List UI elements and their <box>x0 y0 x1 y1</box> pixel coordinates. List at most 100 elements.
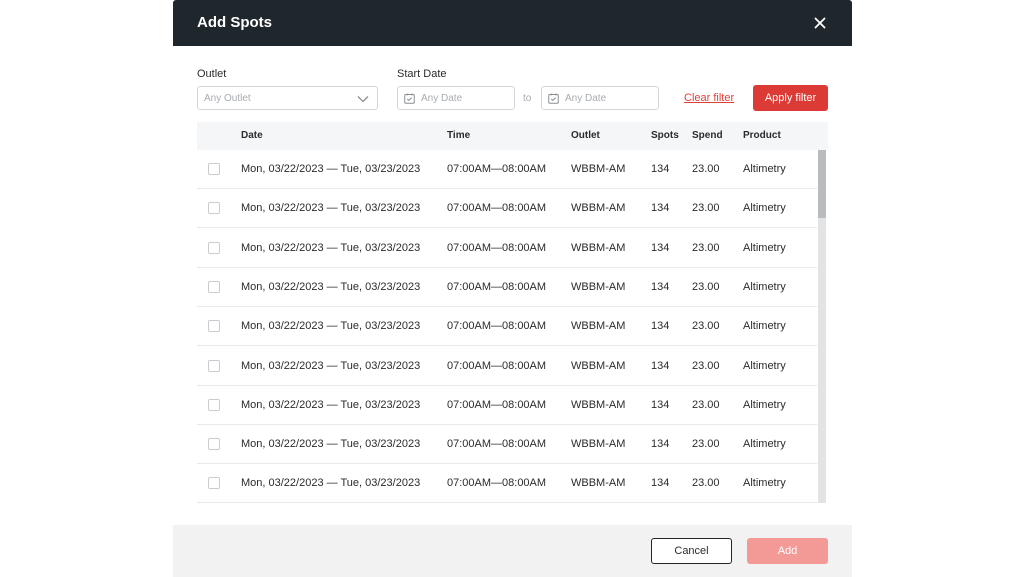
row-checkbox[interactable] <box>208 241 220 254</box>
cell-product: Altimetry <box>743 280 786 293</box>
table-header: Date Time Outlet Spots Spend Product <box>197 122 828 150</box>
cell-outlet: WBBM-AM <box>571 280 626 293</box>
clear-filter-link[interactable]: Clear filter <box>684 92 734 104</box>
cell-date: Mon, 03/22/2023 — Tue, 03/23/2023 <box>241 438 421 451</box>
start-date-from-input[interactable]: Any Date <box>397 86 515 110</box>
table-row[interactable]: Mon, 03/22/2023 — Tue, 03/23/2023 07:00AM… <box>197 386 817 425</box>
cell-time: 07:00AM—08:00AM <box>447 359 547 372</box>
cell-spend: 23.00 <box>692 359 720 372</box>
cell-date: Mon, 03/22/2023 — Tue, 03/23/2023 <box>241 398 421 411</box>
start-date-to-input[interactable]: Any Date <box>541 86 659 110</box>
column-header-date: Date <box>241 130 263 141</box>
cell-outlet: WBBM-AM <box>571 163 626 175</box>
cell-product: Altimetry <box>743 163 786 175</box>
cell-spend: 23.00 <box>692 477 720 490</box>
row-checkbox[interactable] <box>208 359 220 372</box>
cell-spots: 134 <box>651 477 670 490</box>
row-checkbox[interactable] <box>208 438 220 451</box>
table-row[interactable]: Mon, 03/22/2023 — Tue, 03/23/2023 07:00AM… <box>197 189 817 229</box>
column-header-outlet: Outlet <box>571 130 600 141</box>
outlet-select-value: Any Outlet <box>204 93 251 104</box>
cell-spots: 134 <box>651 163 670 175</box>
chevron-down-icon <box>357 96 369 103</box>
row-checkbox[interactable] <box>208 163 220 175</box>
table-row[interactable]: Mon, 03/22/2023 — Tue, 03/23/2023 07:00AM… <box>197 347 817 386</box>
outlet-select[interactable]: Any Outlet <box>197 86 378 110</box>
cell-outlet: WBBM-AM <box>571 202 626 215</box>
calendar-icon <box>404 93 415 104</box>
modal-title: Add Spots <box>197 14 272 31</box>
column-header-spend: Spend <box>692 130 723 141</box>
cell-date: Mon, 03/22/2023 — Tue, 03/23/2023 <box>241 241 421 254</box>
cell-spend: 23.00 <box>692 202 720 215</box>
cell-time: 07:00AM—08:00AM <box>447 477 547 490</box>
cell-date: Mon, 03/22/2023 — Tue, 03/23/2023 <box>241 320 421 333</box>
cell-outlet: WBBM-AM <box>571 477 626 490</box>
cell-spend: 23.00 <box>692 438 720 451</box>
cell-spots: 134 <box>651 398 670 411</box>
row-checkbox[interactable] <box>208 202 220 215</box>
cell-spend: 23.00 <box>692 241 720 254</box>
cell-time: 07:00AM—08:00AM <box>447 280 547 293</box>
table-body: Mon, 03/22/2023 — Tue, 03/23/2023 07:00AM… <box>197 150 828 503</box>
cell-date: Mon, 03/22/2023 — Tue, 03/23/2023 <box>241 359 421 372</box>
add-button[interactable]: Add <box>747 538 828 564</box>
modal-header: Add Spots <box>173 0 852 46</box>
cell-date: Mon, 03/22/2023 — Tue, 03/23/2023 <box>241 477 421 490</box>
row-checkbox[interactable] <box>208 280 220 293</box>
cell-outlet: WBBM-AM <box>571 320 626 333</box>
row-checkbox[interactable] <box>208 320 220 333</box>
cell-time: 07:00AM—08:00AM <box>447 320 547 333</box>
table-scrollbar[interactable] <box>818 150 826 503</box>
calendar-icon <box>548 93 559 104</box>
scrollbar-thumb[interactable] <box>818 150 826 218</box>
table-row[interactable]: Mon, 03/22/2023 — Tue, 03/23/2023 07:00AM… <box>197 268 817 307</box>
cell-time: 07:00AM—08:00AM <box>447 163 547 175</box>
cell-date: Mon, 03/22/2023 — Tue, 03/23/2023 <box>241 163 421 175</box>
cell-product: Altimetry <box>743 438 786 451</box>
row-checkbox[interactable] <box>208 477 220 490</box>
cell-product: Altimetry <box>743 202 786 215</box>
cell-spend: 23.00 <box>692 320 720 333</box>
cancel-button[interactable]: Cancel <box>651 538 732 564</box>
cell-outlet: WBBM-AM <box>571 398 626 411</box>
cell-spots: 134 <box>651 438 670 451</box>
cell-product: Altimetry <box>743 398 786 411</box>
table-row[interactable]: Mon, 03/22/2023 — Tue, 03/23/2023 07:00AM… <box>197 307 817 347</box>
cell-time: 07:00AM—08:00AM <box>447 438 547 451</box>
cell-spots: 134 <box>651 202 670 215</box>
table-row[interactable]: Mon, 03/22/2023 — Tue, 03/23/2023 07:00AM… <box>197 150 817 189</box>
close-button[interactable] <box>810 13 830 33</box>
date-to-value: Any Date <box>565 93 607 104</box>
apply-filter-button[interactable]: Apply filter <box>753 85 828 111</box>
row-checkbox[interactable] <box>208 398 220 411</box>
cell-spots: 134 <box>651 280 670 293</box>
cell-time: 07:00AM—08:00AM <box>447 398 547 411</box>
date-from-value: Any Date <box>421 93 463 104</box>
cell-spots: 134 <box>651 241 670 254</box>
cell-spots: 134 <box>651 320 670 333</box>
cell-product: Altimetry <box>743 241 786 254</box>
column-header-product: Product <box>743 130 781 141</box>
cell-outlet: WBBM-AM <box>571 241 626 254</box>
cell-outlet: WBBM-AM <box>571 359 626 372</box>
cell-product: Altimetry <box>743 359 786 372</box>
cell-product: Altimetry <box>743 477 786 490</box>
cell-time: 07:00AM—08:00AM <box>447 241 547 254</box>
outlet-label: Outlet <box>197 68 227 80</box>
close-icon <box>814 17 826 29</box>
add-spots-modal: Add Spots Outlet Any Outlet Start Date A… <box>173 0 852 577</box>
cell-spend: 23.00 <box>692 280 720 293</box>
cell-spend: 23.00 <box>692 163 720 175</box>
modal-footer: Cancel Add <box>173 525 852 577</box>
column-header-time: Time <box>447 130 471 141</box>
table-row[interactable]: Mon, 03/22/2023 — Tue, 03/23/2023 07:00AM… <box>197 425 817 465</box>
cell-date: Mon, 03/22/2023 — Tue, 03/23/2023 <box>241 202 421 215</box>
cell-spots: 134 <box>651 359 670 372</box>
cell-date: Mon, 03/22/2023 — Tue, 03/23/2023 <box>241 280 421 293</box>
cell-time: 07:00AM—08:00AM <box>447 202 547 215</box>
column-header-spots: Spots <box>651 130 679 141</box>
table-row[interactable]: Mon, 03/22/2023 — Tue, 03/23/2023 07:00AM… <box>197 229 817 268</box>
date-range-separator: to <box>523 93 532 104</box>
table-row[interactable]: Mon, 03/22/2023 — Tue, 03/23/2023 07:00AM… <box>197 464 817 503</box>
